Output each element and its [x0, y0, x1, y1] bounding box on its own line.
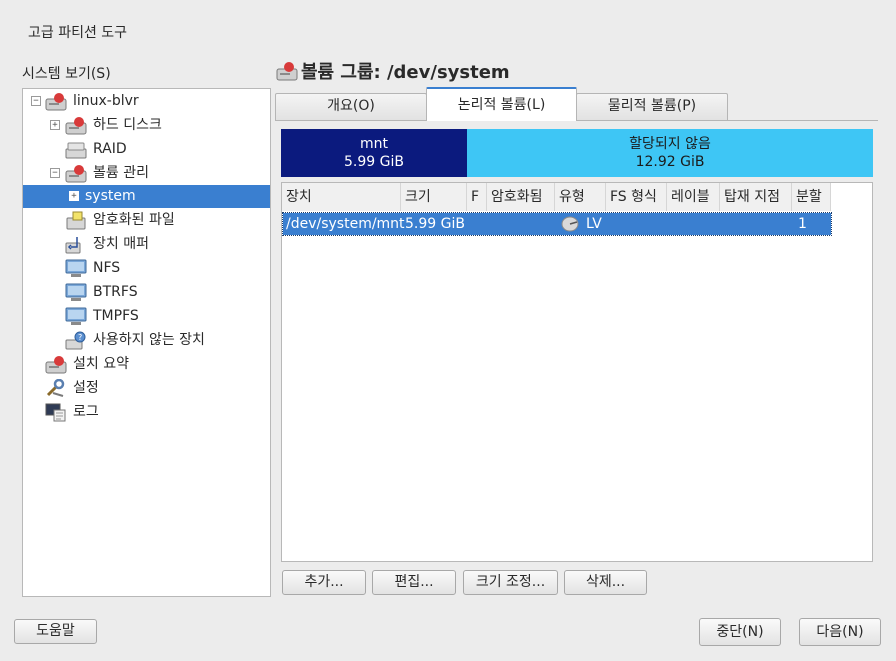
tree-item-nfs[interactable]: NFS: [23, 257, 270, 280]
expand-icon[interactable]: +: [50, 120, 60, 130]
column-header-fs-type[interactable]: FS 형식: [606, 183, 667, 211]
system-view-tree[interactable]: − linux-blvr + 하드 디스크 RAID − 볼륨 관리 + sys…: [22, 88, 271, 597]
edit-button[interactable]: 편집...: [372, 570, 456, 595]
cell-device: /dev/system/mnt: [286, 216, 405, 232]
logical-volume-table[interactable]: 장치 크기 F 암호화됨 유형 FS 형식 레이블 탑재 지점 분할 /dev/…: [281, 182, 873, 562]
tab-physical-volumes[interactable]: 물리적 볼륨(P): [576, 93, 728, 120]
tree-item-volume-management[interactable]: − 볼륨 관리: [23, 162, 270, 185]
expand-icon[interactable]: +: [69, 191, 79, 201]
encrypted-file-icon: [65, 211, 86, 230]
window-title: 고급 파티션 도구: [28, 25, 128, 41]
tree-item-log[interactable]: 로그: [23, 401, 270, 424]
column-header-f[interactable]: F: [467, 183, 487, 211]
page-title-text: 볼륨 그룹: /dev/system: [301, 62, 510, 83]
tree-item-label: 사용하지 않는 장치: [93, 332, 205, 348]
volume-manager-icon: [65, 164, 87, 183]
segment-name: 할당되지 않음: [629, 136, 711, 152]
cell-size: 5.99 GiB: [405, 216, 465, 232]
tree-item-label: 볼륨 관리: [93, 165, 149, 181]
tree-item-device-mapper[interactable]: 장치 매퍼: [23, 233, 270, 256]
collapse-icon[interactable]: −: [50, 168, 60, 178]
tree-item-encrypted-files[interactable]: 암호화된 파일: [23, 209, 270, 232]
usage-segment-used: mnt 5.99 GiB: [281, 129, 467, 177]
segment-size: 5.99 GiB: [344, 154, 404, 170]
abort-button[interactable]: 중단(N): [699, 618, 781, 646]
tree-item-install-summary[interactable]: 설치 요약: [23, 353, 270, 376]
tree-item-tmpfs[interactable]: TMPFS: [23, 305, 270, 328]
column-header-size[interactable]: 크기: [401, 183, 467, 211]
tab-logical-volumes[interactable]: 논리적 볼륨(L): [426, 87, 577, 121]
system-view-label: 시스템 보기(S): [22, 66, 111, 82]
unused-device-icon: ?: [65, 331, 86, 350]
column-header-stripes[interactable]: 분할: [792, 183, 831, 211]
lv-icon: [561, 216, 579, 232]
tree-item-label: 설정: [73, 380, 99, 396]
column-header-label[interactable]: 레이블: [667, 183, 720, 211]
tree-item-linux-blvr[interactable]: − linux-blvr: [23, 90, 270, 113]
add-button[interactable]: 추가...: [282, 570, 366, 595]
tree-item-label: TMPFS: [93, 308, 139, 324]
tree-item-label: linux-blvr: [73, 93, 139, 109]
collapse-icon[interactable]: −: [31, 96, 41, 106]
resize-button[interactable]: 크기 조정...: [463, 570, 558, 595]
tree-item-raid[interactable]: RAID: [23, 138, 270, 161]
raid-icon: [65, 140, 87, 159]
network-drive-icon: [65, 283, 87, 302]
tree-item-label: 장치 매퍼: [93, 236, 149, 252]
tree-item-label: 암호화된 파일: [93, 212, 175, 228]
tree-item-label: system: [85, 188, 136, 204]
tree-item-label: 로그: [73, 404, 99, 420]
tree-item-system[interactable]: + system: [23, 185, 270, 208]
help-button[interactable]: 도움말: [14, 619, 97, 644]
tab-overview[interactable]: 개요(O): [275, 93, 427, 120]
network-drive-icon: [65, 307, 87, 326]
tree-item-label: 설치 요약: [73, 356, 129, 372]
hard-disk-icon: [65, 116, 87, 135]
delete-button[interactable]: 삭제...: [564, 570, 647, 595]
tree-item-label: RAID: [93, 141, 127, 157]
table-row[interactable]: /dev/system/mnt 5.99 GiB LV 1: [282, 212, 832, 236]
tree-item-unused-devices[interactable]: ? 사용하지 않는 장치: [23, 329, 270, 352]
segment-size: 12.92 GiB: [635, 154, 705, 170]
network-drive-icon: [65, 259, 87, 278]
tree-item-label: 하드 디스크: [93, 117, 162, 133]
page-title: 볼륨 그룹: /dev/system: [276, 58, 510, 84]
computer-icon: [45, 92, 67, 111]
tree-item-label: BTRFS: [93, 284, 138, 300]
tree-item-btrfs[interactable]: BTRFS: [23, 281, 270, 304]
device-mapper-icon: [65, 235, 85, 254]
tree-item-label: NFS: [93, 260, 121, 276]
table-header: 장치 크기 F 암호화됨 유형 FS 형식 레이블 탑재 지점 분할: [282, 183, 831, 211]
column-header-device[interactable]: 장치: [282, 183, 401, 211]
svg-text:?: ?: [78, 333, 82, 342]
column-header-encrypted[interactable]: 암호화됨: [487, 183, 555, 211]
segment-name: mnt: [360, 136, 388, 152]
volume-group-icon: [276, 61, 298, 81]
column-header-mount-point[interactable]: 탑재 지점: [720, 183, 792, 211]
column-header-type[interactable]: 유형: [555, 183, 606, 211]
settings-icon: [45, 378, 65, 398]
install-summary-icon: [45, 355, 67, 374]
usage-segment-free: 할당되지 않음 12.92 GiB: [467, 129, 873, 177]
cell-type: LV: [586, 216, 602, 232]
tree-item-hard-disks[interactable]: + 하드 디스크: [23, 114, 270, 137]
next-button[interactable]: 다음(N): [799, 618, 881, 646]
tree-item-settings[interactable]: 설정: [23, 377, 270, 400]
cell-stripes: 1: [798, 216, 807, 232]
log-icon: [45, 403, 66, 422]
